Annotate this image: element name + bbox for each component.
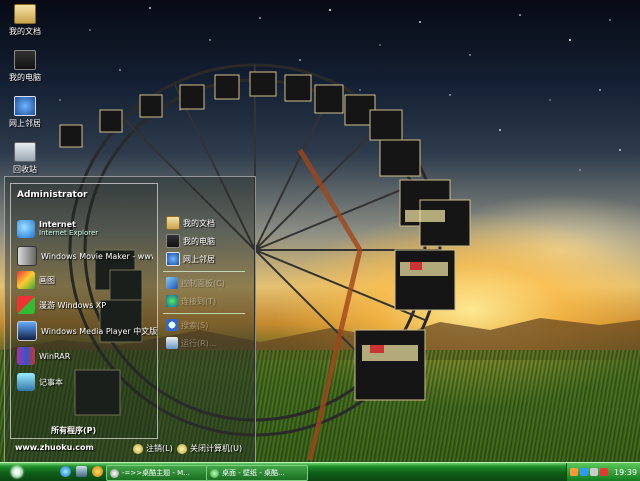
- run-icon: [166, 337, 178, 349]
- logoff-button[interactable]: 注销(L): [133, 443, 173, 454]
- right-separator: [163, 271, 245, 272]
- my-computer-icon: [14, 50, 36, 70]
- desktop-icon-my-computer[interactable]: 我的电脑: [2, 50, 48, 83]
- control-panel-icon: [166, 277, 178, 289]
- winrar-icon: [17, 347, 35, 365]
- pinned-movie-maker[interactable]: Windows Movie Maker - www.zhuoku.com: [17, 245, 153, 267]
- pinned-label: 画图: [39, 275, 55, 285]
- internet-explorer-icon: [17, 220, 35, 238]
- task-button-desktop-wallpaper[interactable]: 桌面 - 壁纸 - 桌酷...: [206, 465, 308, 481]
- start-menu: Administrator Internet Internet Explorer…: [4, 176, 256, 464]
- pinned-label: WinRAR: [39, 351, 71, 361]
- my-computer-icon: [166, 234, 180, 248]
- pinned-paint[interactable]: 画图: [17, 269, 153, 291]
- media-task-icon: [110, 468, 119, 478]
- start-flower-icon: [11, 466, 23, 478]
- pinned-label: 记事本: [39, 377, 63, 387]
- task-button-zhuoku-theme[interactable]: -=>>桌酷主题 - M...: [106, 465, 208, 481]
- right-item-search[interactable]: 搜索(S): [166, 317, 250, 333]
- pinned-label: Windows Media Player 中文版: [41, 326, 158, 336]
- tray-network-icon[interactable]: [580, 468, 588, 476]
- right-item-network-places[interactable]: 网上邻居: [166, 251, 250, 267]
- desktop-icon-label: 我的电脑: [9, 73, 41, 82]
- right-item-control-panel[interactable]: 控制面板(C): [166, 275, 250, 291]
- recycle-bin-icon: [14, 142, 36, 162]
- quicklaunch-ie-icon[interactable]: [60, 466, 71, 477]
- pinned-label: 漫游 Windows XP: [39, 300, 107, 310]
- network-places-icon: [14, 96, 36, 116]
- desktop-icon-network-places[interactable]: 网上邻居: [2, 96, 48, 129]
- quicklaunch-media-icon[interactable]: [92, 466, 103, 477]
- search-icon: [166, 319, 178, 331]
- right-item-run[interactable]: 运行(R)...: [166, 335, 250, 351]
- shutdown-label: 关闭计算机(U): [190, 444, 243, 453]
- clock[interactable]: 19:39: [614, 468, 637, 477]
- paint-icon: [17, 271, 35, 289]
- pinned-winrar[interactable]: WinRAR: [17, 345, 153, 367]
- task-label: -=>>桌酷主题 - M...: [122, 469, 190, 477]
- network-places-icon: [166, 252, 180, 266]
- desktop-icon-label: 回收站: [13, 165, 37, 174]
- right-item-label: 控制面板(C): [181, 278, 225, 288]
- system-tray: 19:39: [566, 463, 640, 481]
- connect-to-icon: [166, 295, 178, 307]
- desktop-icon-recycle-bin[interactable]: 回收站: [2, 142, 48, 175]
- right-item-label: 运行(R)...: [181, 338, 217, 348]
- logoff-label: 注销(L): [146, 444, 173, 453]
- taskbar: -=>>桌酷主题 - M... 桌面 - 壁纸 - 桌酷... 19:39: [0, 462, 640, 481]
- right-separator: [163, 313, 245, 314]
- movie-maker-icon: [17, 246, 37, 266]
- tray-security-icon[interactable]: [600, 468, 608, 476]
- desktop-icon-my-documents[interactable]: 我的文档: [2, 4, 48, 37]
- desktop-icon-label: 我的文档: [9, 27, 41, 36]
- right-item-my-computer[interactable]: 我的电脑: [166, 233, 250, 249]
- user-name: Administrator: [17, 190, 88, 200]
- right-item-label: 我的电脑: [183, 236, 215, 246]
- pinned-label: Windows Movie Maker - www.zhuoku.com: [41, 251, 153, 261]
- right-item-connect-to[interactable]: 连接到(T): [166, 293, 250, 309]
- right-item-label: 网上邻居: [183, 254, 215, 264]
- my-documents-icon: [166, 216, 180, 230]
- right-item-label: 连接到(T): [181, 296, 217, 306]
- quicklaunch-show-desktop-icon[interactable]: [76, 466, 87, 477]
- my-documents-icon: [14, 4, 36, 24]
- site-url: www.zhuoku.com: [15, 443, 94, 452]
- all-programs-button[interactable]: 所有程序(P): [51, 425, 96, 436]
- right-item-my-documents[interactable]: 我的文档: [166, 215, 250, 231]
- pinned-sub-label: Internet Explorer: [39, 229, 99, 237]
- logoff-icon: [133, 443, 143, 454]
- start-menu-programs-panel: Administrator Internet Internet Explorer…: [10, 183, 158, 439]
- pinned-media-player[interactable]: Windows Media Player 中文版: [17, 320, 157, 342]
- shutdown-button[interactable]: 关闭计算机(U): [177, 443, 242, 454]
- browser-task-icon: [210, 468, 219, 478]
- start-button[interactable]: [6, 464, 28, 480]
- power-icon: [177, 443, 187, 454]
- right-item-label: 搜索(S): [181, 320, 209, 330]
- pinned-internet-explorer[interactable]: Internet Internet Explorer: [17, 218, 153, 240]
- right-item-label: 我的文档: [183, 218, 215, 228]
- windows-tour-icon: [17, 296, 35, 314]
- desktop-icon-label: 网上邻居: [9, 119, 41, 128]
- media-player-icon: [17, 321, 37, 341]
- pinned-label: Internet: [39, 220, 76, 229]
- tray-app-icon[interactable]: [570, 468, 578, 476]
- task-label: 桌面 - 壁纸 - 桌酷...: [222, 469, 285, 477]
- notepad-icon: [17, 373, 35, 391]
- pinned-notepad[interactable]: 记事本: [17, 371, 153, 393]
- pinned-windows-tour[interactable]: 漫游 Windows XP: [17, 294, 153, 316]
- tray-volume-icon[interactable]: [590, 468, 598, 476]
